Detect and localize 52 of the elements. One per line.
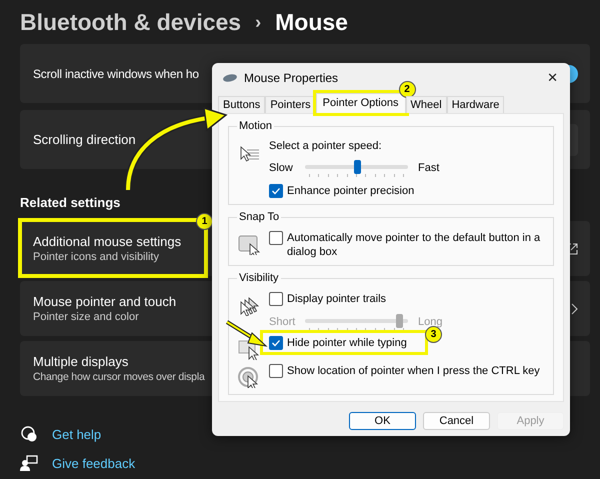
setting-title: Mouse pointer and touch <box>33 294 176 309</box>
close-button[interactable]: ✕ <box>543 70 562 86</box>
pointer-arrow <box>226 320 268 347</box>
tab[interactable]: Hardware <box>446 96 504 113</box>
slider[interactable] <box>305 158 408 178</box>
setting-title: Multiple displays <box>33 354 130 369</box>
breadcrumb-parent[interactable]: Bluetooth & devices <box>20 8 242 36</box>
checkbox-label: Show location of pointer when I press the CTRL key <box>287 364 540 378</box>
dialog-button[interactable]: OK <box>349 412 416 430</box>
setting-title: Additional mouse settings <box>33 234 182 249</box>
group-title: Snap To <box>238 211 280 223</box>
setting-subtitle: Pointer icons and visibility <box>33 251 160 263</box>
checkbox[interactable] <box>269 364 283 378</box>
setting-subtitle: Change how cursor moves over displa <box>33 371 205 383</box>
help-link[interactable]: Give feedback <box>52 456 136 470</box>
help-link[interactable]: Get help <box>52 426 102 442</box>
feedback-icon <box>20 454 38 472</box>
slider-max-label: Long <box>418 316 444 328</box>
checkbox-label: Display pointer trails <box>287 292 386 306</box>
snap-pointer-icon <box>237 233 261 255</box>
step-badge: 1 <box>196 213 213 230</box>
setting-title: Scroll inactive windows when ho <box>33 66 199 80</box>
checkbox[interactable] <box>269 336 283 350</box>
group-title: Motion <box>238 120 274 132</box>
window-title: Mouse Properties <box>244 71 340 85</box>
help-icon <box>20 425 38 443</box>
checkbox-label: Automatically move pointer to the default button in a dialog box <box>287 231 542 259</box>
field-label: Select a pointer speed: <box>269 140 383 152</box>
group-title: Visibility <box>238 272 280 284</box>
setting-subtitle: Pointer size and color <box>33 311 140 323</box>
chevron-right-icon <box>570 302 578 314</box>
step-badge: 3 <box>425 326 442 343</box>
checkbox-label: Hide pointer while typing <box>287 336 407 350</box>
tab[interactable]: Buttons <box>218 96 266 113</box>
setting-title: Scrolling direction <box>33 132 136 147</box>
dialog-button[interactable]: Cancel <box>423 412 490 430</box>
slider-max-label: Fast <box>418 162 440 174</box>
section-heading: Related settings <box>20 194 120 212</box>
mouse-icon <box>222 73 238 83</box>
checkbox[interactable] <box>269 292 283 306</box>
checkbox-label: Enhance pointer precision <box>287 184 414 198</box>
checkbox[interactable] <box>269 184 283 198</box>
tab[interactable]: Wheel <box>406 96 447 113</box>
slider-min-label: Short <box>269 316 295 328</box>
tab[interactable]: Pointers <box>265 96 316 113</box>
breadcrumb-separator: › <box>255 12 262 32</box>
slider-thumb[interactable] <box>354 160 360 174</box>
checkbox[interactable] <box>269 231 283 245</box>
page-title: Mouse <box>275 8 348 36</box>
pointer-location-icon <box>237 366 261 388</box>
slider-min-label: Slow <box>269 162 294 174</box>
tab[interactable]: Pointer Options <box>316 93 406 113</box>
